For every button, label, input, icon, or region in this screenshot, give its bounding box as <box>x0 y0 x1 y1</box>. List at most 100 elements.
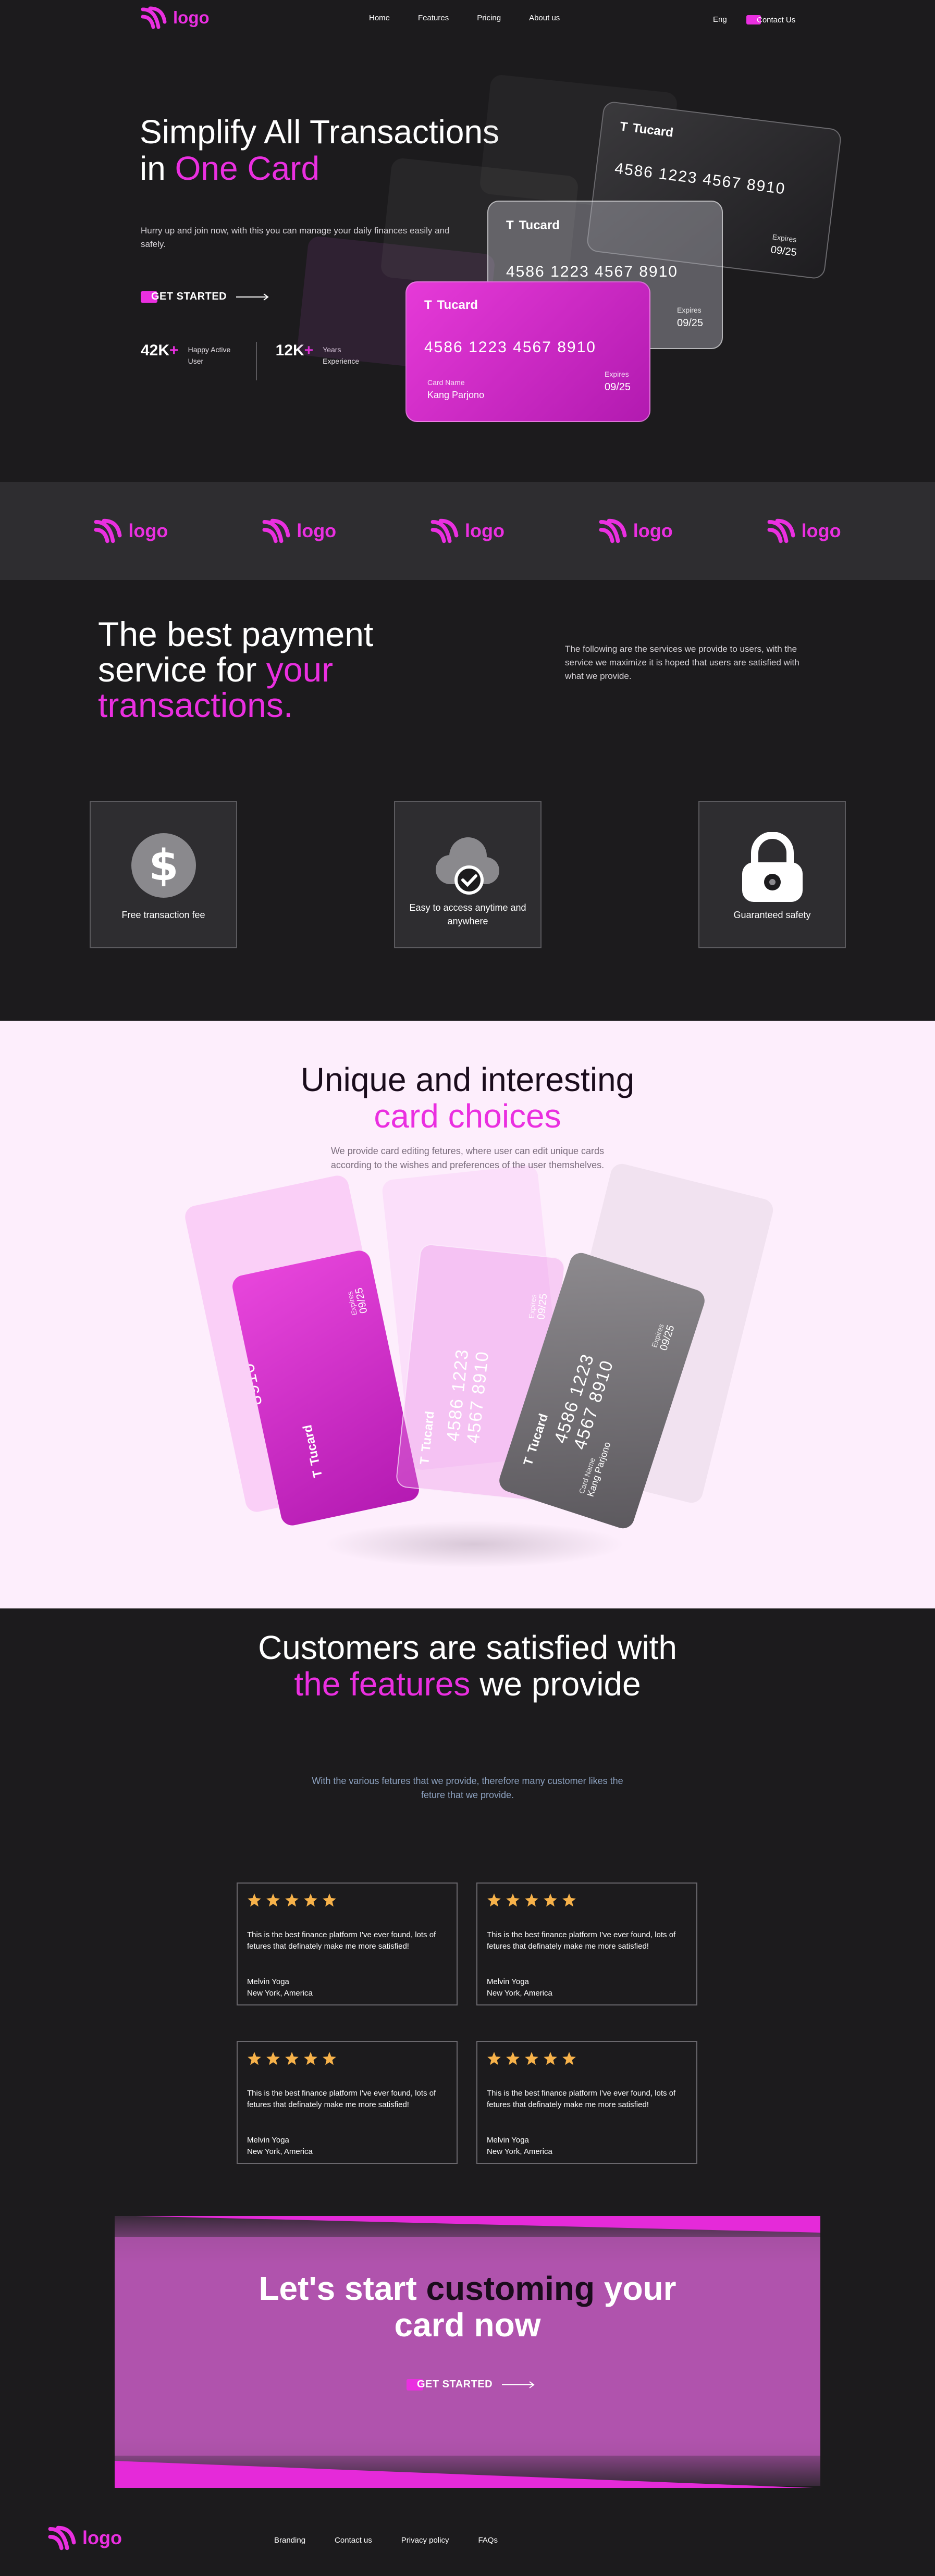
star-icon <box>323 1893 336 1907</box>
nav-link-about[interactable]: About us <box>529 14 560 22</box>
card-number: 4586 1223 4567 8910 <box>442 1347 493 1445</box>
star-icon <box>487 2052 501 2065</box>
card-number: 4586 1223 4567 8910 <box>550 1351 618 1452</box>
feature-card-safety: Guaranteed safety <box>698 801 846 948</box>
review-author: Melvin Yoga New York, America <box>487 1977 552 1998</box>
card-holder: Kang Parjono <box>427 390 485 400</box>
services-section: The best payment service for your transa… <box>0 580 935 1021</box>
footer-links: Branding Contact us Privacy policy FAQs <box>274 2536 498 2545</box>
logo-icon <box>141 6 167 29</box>
feature-label: Free transaction fee <box>121 910 205 920</box>
card-expires: 09/25 <box>605 381 631 393</box>
card-brand: T Tucard <box>424 298 478 312</box>
review-card: This is the best finance platform I've e… <box>476 1883 697 2005</box>
logo-text: logo <box>82 2527 122 2548</box>
cta-title: Let's start customing your card now <box>259 2270 676 2344</box>
rating-stars <box>247 2051 337 2066</box>
rating-stars <box>487 1893 576 1908</box>
feature-label: Easy to access anytime and anywhere <box>409 902 526 926</box>
stat-users: 42K+ Happy Active User <box>141 342 235 367</box>
footer-logo[interactable]: logo <box>48 2525 122 2550</box>
review-author: Melvin Yoga New York, America <box>487 2136 552 2156</box>
stats-divider <box>255 342 257 380</box>
dollar-icon: $ <box>131 833 196 898</box>
logo-icon <box>767 518 795 543</box>
card-expires: 09/25 <box>770 244 797 259</box>
logo-text: logo <box>173 8 210 27</box>
contact-button-label: Contact Us <box>757 15 796 24</box>
hero-title-accent: One Card <box>175 150 320 187</box>
footer-link-contact[interactable]: Contact us <box>335 2536 372 2545</box>
partner-logo: logo <box>599 518 673 543</box>
cloud-check-icon <box>435 837 499 895</box>
nav-links: Home Features Pricing About us <box>369 14 560 22</box>
review-card: This is the best finance platform I've e… <box>476 2041 697 2164</box>
hero-get-started-button[interactable]: GET STARTED <box>141 291 269 303</box>
review-quote: This is the best finance platform I've e… <box>487 2089 676 2109</box>
card-expires: 09/25 <box>677 317 704 329</box>
card-expires-label: Expires <box>771 232 797 244</box>
star-icon <box>266 1893 280 1907</box>
hero-title-line1: Simplify All Transactions <box>140 113 500 151</box>
cta-banner-background <box>115 2216 820 2488</box>
nav-link-home[interactable]: Home <box>369 14 390 22</box>
star-icon <box>304 2052 317 2065</box>
review-quote: This is the best finance platform I've e… <box>247 1930 436 1951</box>
partner-logo: logo <box>767 518 841 543</box>
feature-card-fee: $ Free transaction fee <box>90 801 237 948</box>
star-icon <box>266 2052 280 2065</box>
card-number: 4586 1223 4567 8910 <box>506 263 678 280</box>
footer-link-branding[interactable]: Branding <box>274 2536 305 2545</box>
card-choices-title: Unique and interesting card choices <box>300 1061 635 1135</box>
nav-link-features[interactable]: Features <box>418 14 449 22</box>
logo-text: logo <box>633 520 673 541</box>
hero-title-in: in <box>140 150 175 187</box>
logo-text: logo <box>801 520 841 541</box>
nav-logo[interactable]: logo <box>141 6 210 29</box>
review-card: This is the best finance platform I've e… <box>237 2041 458 2164</box>
hero-section: Simplify All Transactions in One Card Hu… <box>0 0 935 482</box>
logo-icon <box>94 518 122 543</box>
contact-button[interactable]: Contact Us <box>746 15 795 24</box>
logo-icon <box>262 518 290 543</box>
partner-logo: logo <box>430 518 505 543</box>
star-icon <box>506 1893 520 1907</box>
star-icon <box>525 1893 538 1907</box>
review-author: Melvin Yoga New York, America <box>247 2136 313 2156</box>
logo-text: logo <box>297 520 337 541</box>
star-icon <box>525 2052 538 2065</box>
star-icon <box>304 1893 317 1907</box>
logo-text: logo <box>465 520 505 541</box>
footer-link-faqs[interactable]: FAQs <box>478 2536 498 2545</box>
feature-label: Guaranteed safety <box>733 910 811 920</box>
cta-get-started-button[interactable]: GET STARTED <box>407 2379 535 2391</box>
nav-link-pricing[interactable]: Pricing <box>477 14 501 22</box>
svg-text:$: $ <box>149 841 178 890</box>
review-author: Melvin Yoga New York, America <box>247 1977 313 1998</box>
feature-card-access: Easy to access anytime and anywhere <box>394 801 542 948</box>
logo-icon <box>48 2525 76 2550</box>
testimonials-section: Customers are satisfied with the feature… <box>0 1608 935 2200</box>
testimonials-title: Customers are satisfied with the feature… <box>258 1629 677 1703</box>
card-choices-section: Unique and interesting card choices We p… <box>0 1021 935 1608</box>
card-expires-label: Expires <box>677 306 702 314</box>
partner-logo-strip: logo logo logo logo logo <box>0 482 935 580</box>
card-choices-description: We provide card editing fetures, where u… <box>330 1146 605 1170</box>
footer: logo Branding Contact us Privacy policy … <box>0 2508 935 2576</box>
star-icon <box>248 1893 261 1907</box>
logo-icon <box>430 518 459 543</box>
cards-shadow <box>323 1521 625 1568</box>
footer-link-privacy[interactable]: Privacy policy <box>401 2536 449 2545</box>
star-icon <box>323 2052 336 2065</box>
card-brand: T Tucard <box>300 1423 326 1479</box>
arrow-right-icon <box>502 2381 535 2388</box>
card-number: 4586 1223 4567 8910 <box>613 159 787 198</box>
button-label: GET STARTED <box>417 2379 493 2390</box>
rating-stars <box>247 1893 337 1908</box>
arrow-right-icon <box>236 293 269 301</box>
star-icon <box>544 2052 557 2065</box>
star-icon <box>544 1893 557 1907</box>
button-label: GET STARTED <box>151 291 227 302</box>
rating-stars <box>487 2051 576 2066</box>
language-selector[interactable]: Eng <box>713 15 727 24</box>
